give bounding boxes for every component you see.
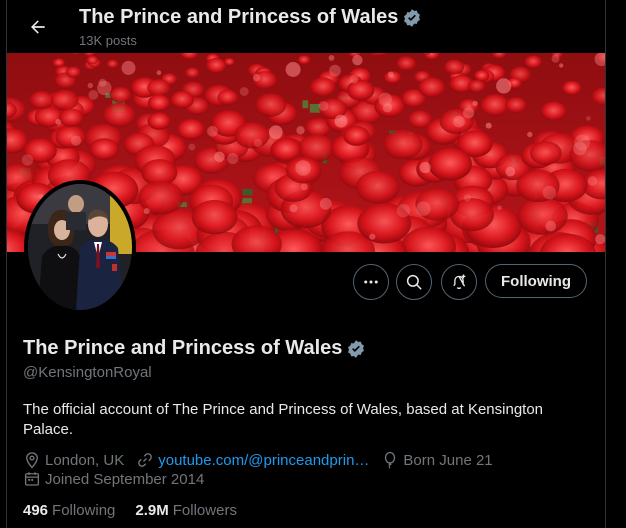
website-item[interactable]: youtube.com/@princeandprin… <box>136 451 369 469</box>
search-icon <box>406 274 422 290</box>
header-title: The Prince and Princess of Wales <box>79 6 399 28</box>
followers-count-link[interactable]: 2.9M Followers <box>135 502 237 519</box>
notifications-button[interactable] <box>441 264 477 300</box>
birthday-text: Born June 21 <box>403 451 493 469</box>
joined-text: Joined September 2014 <box>45 470 205 488</box>
arrow-left-icon <box>31 20 45 34</box>
following-label: Following <box>52 502 116 519</box>
joined-item: Joined September 2014 <box>23 470 204 488</box>
following-count: 496 <box>23 502 49 519</box>
verified-badge-icon <box>404 8 421 27</box>
profile-meta-row-2: Joined September 2014 <box>23 470 216 488</box>
profile-bio: The official account of The Prince and P… <box>23 401 544 438</box>
profile-handle: @KensingtonRoyal <box>23 364 152 381</box>
profile-name: The Prince and Princess of Wales <box>23 337 343 359</box>
more-icon <box>364 280 378 284</box>
avatar-photo <box>24 180 136 314</box>
verified-badge-icon[interactable] <box>346 339 366 359</box>
followers-count: 2.9M <box>135 502 169 519</box>
right-divider <box>605 0 606 528</box>
link-icon <box>138 453 153 467</box>
location-text: London, UK <box>45 451 125 469</box>
profile-header-bar: The Prince and Princess of Wales 13K pos… <box>7 0 605 53</box>
avatar-image <box>28 184 132 310</box>
location-pin-icon <box>26 452 38 469</box>
search-profile-button[interactable] <box>396 264 432 300</box>
back-button[interactable] <box>21 10 55 44</box>
calendar-icon <box>24 472 40 486</box>
profile-name-row: The Prince and Princess of Wales <box>23 337 366 360</box>
website-link[interactable]: youtube.com/@princeandprin… <box>158 452 369 469</box>
profile-avatar[interactable] <box>24 180 136 314</box>
location-item: London, UK <box>23 451 124 469</box>
following-count-link[interactable]: 496 Following <box>23 502 115 519</box>
followers-label: Followers <box>172 502 237 519</box>
header-title-row: The Prince and Princess of Wales <box>79 6 422 29</box>
following-button[interactable]: Following <box>485 264 587 298</box>
profile-meta-row-1: London, UK youtube.com/@princeandprin… B… <box>23 451 505 469</box>
birthday-item: Born June 21 <box>381 451 493 469</box>
follow-counts: 496 Following 2.9M Followers <box>23 502 237 519</box>
bell-plus-icon <box>453 274 466 290</box>
balloon-icon <box>385 451 396 469</box>
posts-count: 13K posts <box>79 33 137 48</box>
more-button[interactable] <box>353 264 389 300</box>
